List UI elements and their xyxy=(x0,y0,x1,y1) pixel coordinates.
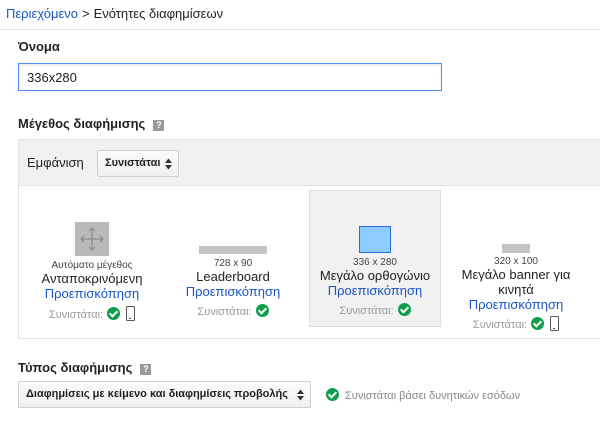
select-arrows-icon xyxy=(297,389,304,401)
mobile-phone-icon xyxy=(550,316,560,331)
ad-size-heading: Μέγεθος διαφήμισης? xyxy=(18,116,165,131)
resize-arrows-icon xyxy=(80,227,104,251)
ad-type-recommendation: Συνιστάται βάσει δυνητικών εσόδων xyxy=(326,388,520,402)
ad-size-option-leaderboard[interactable]: 728 x 90 Leaderboard Προεπισκόπηση Συνισ… xyxy=(167,190,299,327)
preview-link[interactable]: Προεπισκόπηση xyxy=(451,297,581,312)
ad-size-dimensions: 728 x 90 xyxy=(213,258,253,269)
recommended-row: Συνιστάται: xyxy=(23,306,161,321)
breadcrumb: Περιεχόμενο > Ενότητες διαφημίσεων xyxy=(6,6,223,21)
check-circle-icon xyxy=(326,388,339,401)
recommended-row: Συνιστάται: xyxy=(310,303,440,317)
ad-type-select[interactable]: Διαφημίσεις με κείμενο και διαφημίσεις π… xyxy=(18,381,311,408)
ad-size-dimensions: 320 x 100 xyxy=(494,256,538,267)
recommended-row: Συνιστάται: xyxy=(451,316,581,331)
responsive-size-thumbnail xyxy=(75,222,109,256)
ad-type-heading: Τύπος διαφήμισης? xyxy=(18,360,152,375)
recommendation-text: Συνιστάται βάσει δυνητικών εσόδων xyxy=(345,390,521,402)
ad-size-name: Leaderboard xyxy=(196,269,270,284)
header-divider xyxy=(0,29,600,30)
ad-size-option-large-mobile-banner[interactable]: 320 x 100 Μεγάλο banner για κινητά Προεπ… xyxy=(451,190,581,331)
breadcrumb-link-content[interactable]: Περιεχόμενο xyxy=(6,6,78,21)
ad-size-label: Μέγεθος διαφήμισης xyxy=(18,116,146,131)
ad-size-option-large-rectangle[interactable]: 336 x 280 Μεγάλο ορθογώνιο Προεπισκόπηση… xyxy=(309,190,441,327)
mobile-banner-size-thumbnail xyxy=(502,244,530,253)
preview-link[interactable]: Προεπισκόπηση xyxy=(167,284,299,299)
ad-size-dimensions: Αυτόματο μέγεθος xyxy=(51,260,133,271)
mobile-phone-icon xyxy=(126,306,136,321)
ad-size-panel: Εμφάνιση Συνιστάται Αυτόματο μέγεθος Αντ… xyxy=(18,139,600,339)
help-icon[interactable]: ? xyxy=(153,120,165,131)
ad-type-label: Τύπος διαφήμισης xyxy=(18,360,133,375)
preview-link[interactable]: Προεπισκόπηση xyxy=(310,283,440,298)
ad-type-value: Διαφημίσεις με κείμενο και διαφημίσεις π… xyxy=(26,388,288,400)
recommended-row: Συνιστάται: xyxy=(167,304,299,318)
ad-size-dimensions: 336 x 280 xyxy=(353,257,397,268)
ad-size-name: Μεγάλο ορθογώνιο xyxy=(319,268,431,283)
name-label: Όνομα xyxy=(18,39,60,54)
display-filter-select[interactable]: Συνιστάται xyxy=(97,150,179,177)
display-filter-value: Συνιστάται xyxy=(105,157,161,169)
ad-size-name: Ανταποκρινόμενη xyxy=(41,271,143,286)
preview-link[interactable]: Προεπισκόπηση xyxy=(23,286,161,301)
ad-size-name: Μεγάλο banner για κινητά xyxy=(461,267,571,297)
display-filter-bar: Εμφάνιση Συνιστάται xyxy=(19,140,600,186)
check-circle-icon xyxy=(107,307,121,320)
recommended-label: Συνιστάται: xyxy=(472,319,528,331)
breadcrumb-separator: > xyxy=(81,6,90,21)
ad-size-option-responsive[interactable]: Αυτόματο μέγεθος Ανταποκρινόμενη Προεπισ… xyxy=(23,190,161,327)
ad-unit-name-input[interactable] xyxy=(18,63,442,91)
check-circle-icon xyxy=(531,317,545,330)
leaderboard-size-thumbnail xyxy=(199,246,267,254)
display-filter-label: Εμφάνιση xyxy=(27,155,84,170)
check-circle-icon xyxy=(255,304,269,317)
check-circle-icon xyxy=(397,303,411,316)
recommended-label: Συνιστάται: xyxy=(339,305,394,317)
select-arrows-icon xyxy=(165,158,172,170)
large-rectangle-size-thumbnail xyxy=(359,226,391,253)
breadcrumb-current: Ενότητες διαφημίσεων xyxy=(93,6,224,21)
help-icon[interactable]: ? xyxy=(140,364,152,375)
recommended-label: Συνιστάται: xyxy=(197,306,252,318)
recommended-label: Συνιστάται: xyxy=(48,309,104,321)
